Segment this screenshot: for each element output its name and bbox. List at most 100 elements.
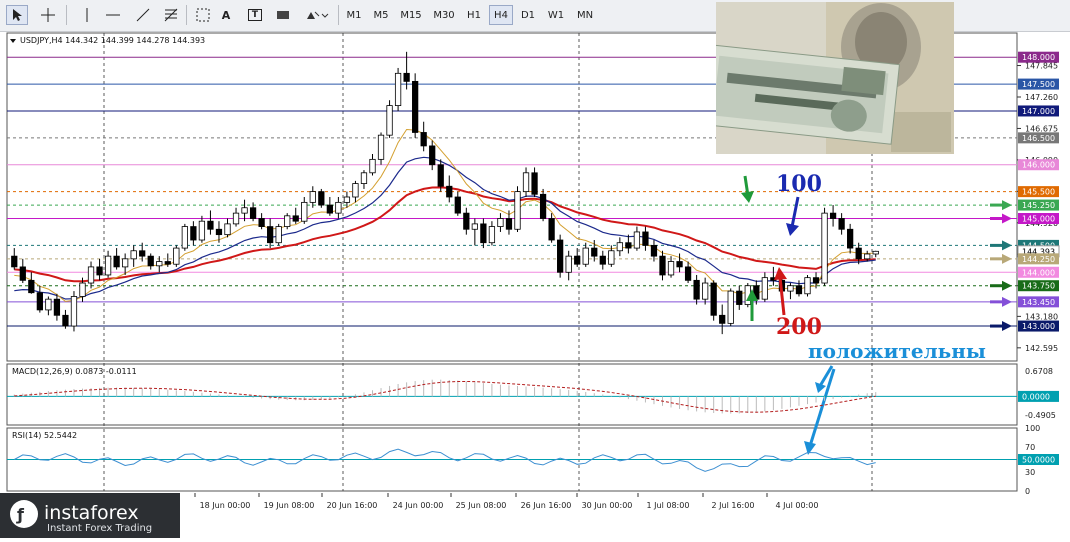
candle xyxy=(207,220,214,230)
price-tick-0: 147.845 xyxy=(1025,62,1058,71)
candle xyxy=(318,191,325,206)
candle xyxy=(224,223,231,236)
candle xyxy=(676,261,683,268)
macd-panel xyxy=(6,363,1018,426)
candle xyxy=(719,314,726,324)
level-label-2: 147.000 xyxy=(1022,107,1055,116)
rectangle-icon[interactable] xyxy=(272,5,294,25)
time-tick-9: 4 Jul 00:00 xyxy=(776,501,819,510)
timeframe-m5[interactable]: M5 xyxy=(369,5,393,25)
timeframe-d1[interactable]: D1 xyxy=(516,5,540,25)
candle xyxy=(130,250,137,260)
instaforex-logo: ƒ instaforex Instant Forex Trading xyxy=(0,493,180,538)
candle xyxy=(28,279,35,294)
candle xyxy=(659,255,666,276)
candle xyxy=(104,255,112,276)
candle xyxy=(488,226,496,244)
candle xyxy=(292,215,299,222)
trendline-icon[interactable] xyxy=(132,5,154,25)
macd-tick-0: 0.6708 xyxy=(1025,367,1053,376)
candle xyxy=(343,196,351,203)
rsi-tick-1: 70 xyxy=(1025,443,1035,452)
candle xyxy=(164,261,171,265)
timeframe-m1[interactable]: M1 xyxy=(342,5,366,25)
horizontal-line-icon[interactable] xyxy=(102,5,124,25)
candle xyxy=(574,255,581,265)
rsi-header: RSI(14) 52.5442 xyxy=(12,431,77,440)
candle xyxy=(403,72,410,82)
candle xyxy=(497,218,504,227)
crosshair-icon[interactable] xyxy=(36,5,60,25)
macd-level-label: 0.0000 xyxy=(1022,392,1050,401)
logo-tagline: Instant Forex Trading xyxy=(47,523,152,534)
candle xyxy=(795,285,803,295)
candle xyxy=(872,250,879,255)
candle xyxy=(608,250,615,265)
shapes-grid-icon[interactable] xyxy=(192,5,214,25)
text-tool-button[interactable]: A xyxy=(216,5,236,25)
level-label-14: 143.000 xyxy=(1022,322,1055,331)
candle xyxy=(335,201,342,214)
candle xyxy=(463,212,470,230)
candle xyxy=(480,223,487,244)
positive-annotation: положительны xyxy=(808,339,986,363)
svg-text:ƒ: ƒ xyxy=(16,505,25,524)
timeframe-m15[interactable]: M15 xyxy=(396,5,426,25)
timeframe-m30[interactable]: M30 xyxy=(429,5,459,25)
candle xyxy=(437,164,444,187)
candle xyxy=(45,298,52,311)
candle xyxy=(471,223,478,230)
candle xyxy=(446,185,453,198)
candle xyxy=(147,255,154,267)
fibonacci-icon[interactable] xyxy=(160,5,182,25)
candle xyxy=(198,220,206,241)
candle xyxy=(565,255,572,273)
label-tool-button[interactable]: T xyxy=(244,5,266,25)
candle xyxy=(11,255,18,268)
candle xyxy=(710,282,717,316)
timeframe-w1[interactable]: W1 xyxy=(543,5,569,25)
timeframe-h1[interactable]: H1 xyxy=(462,5,486,25)
banknote-image xyxy=(716,2,954,154)
candle xyxy=(70,296,78,327)
rsi-tick-0: 100 xyxy=(1025,424,1040,433)
candle xyxy=(275,226,282,244)
level-label-0: 148.000 xyxy=(1022,53,1055,62)
label-tool-text: T xyxy=(247,9,263,21)
timeframe-h4[interactable]: H4 xyxy=(489,5,513,25)
candle xyxy=(505,218,513,230)
candle xyxy=(864,253,871,260)
candle xyxy=(633,231,641,249)
candle xyxy=(650,244,658,257)
candle xyxy=(267,226,274,244)
candle xyxy=(847,228,854,249)
candle xyxy=(173,247,180,265)
level-label-13: 143.450 xyxy=(1022,298,1055,307)
candle xyxy=(787,285,794,292)
timeframe-mn[interactable]: MN xyxy=(572,5,598,25)
candle xyxy=(420,132,427,147)
candle xyxy=(684,266,692,281)
time-tick-3: 24 Jun 00:00 xyxy=(393,501,444,510)
time-tick-4: 25 Jun 08:00 xyxy=(456,501,507,510)
time-tick-8: 2 Jul 16:00 xyxy=(712,501,755,510)
candle xyxy=(156,261,163,267)
banknote-drawing xyxy=(716,2,954,154)
candle xyxy=(821,212,828,284)
rsi-tick-2: 30 xyxy=(1025,468,1035,477)
price-tick-8: 143.180 xyxy=(1025,312,1058,321)
candle xyxy=(727,290,734,324)
vertical-line-icon[interactable] xyxy=(76,5,98,25)
level-label-3: 146.500 xyxy=(1022,134,1055,143)
level-label-11: 144.000 xyxy=(1022,268,1055,277)
time-tick-1: 19 Jun 08:00 xyxy=(264,501,315,510)
cursor-icon[interactable] xyxy=(6,5,28,25)
candle xyxy=(386,105,393,136)
candle xyxy=(87,266,95,284)
level-label-1: 147.500 xyxy=(1022,80,1055,89)
candle xyxy=(514,191,521,230)
shapes-dropdown-icon[interactable] xyxy=(302,5,332,25)
candle xyxy=(582,247,589,265)
candle xyxy=(591,247,598,257)
candle xyxy=(539,193,547,219)
